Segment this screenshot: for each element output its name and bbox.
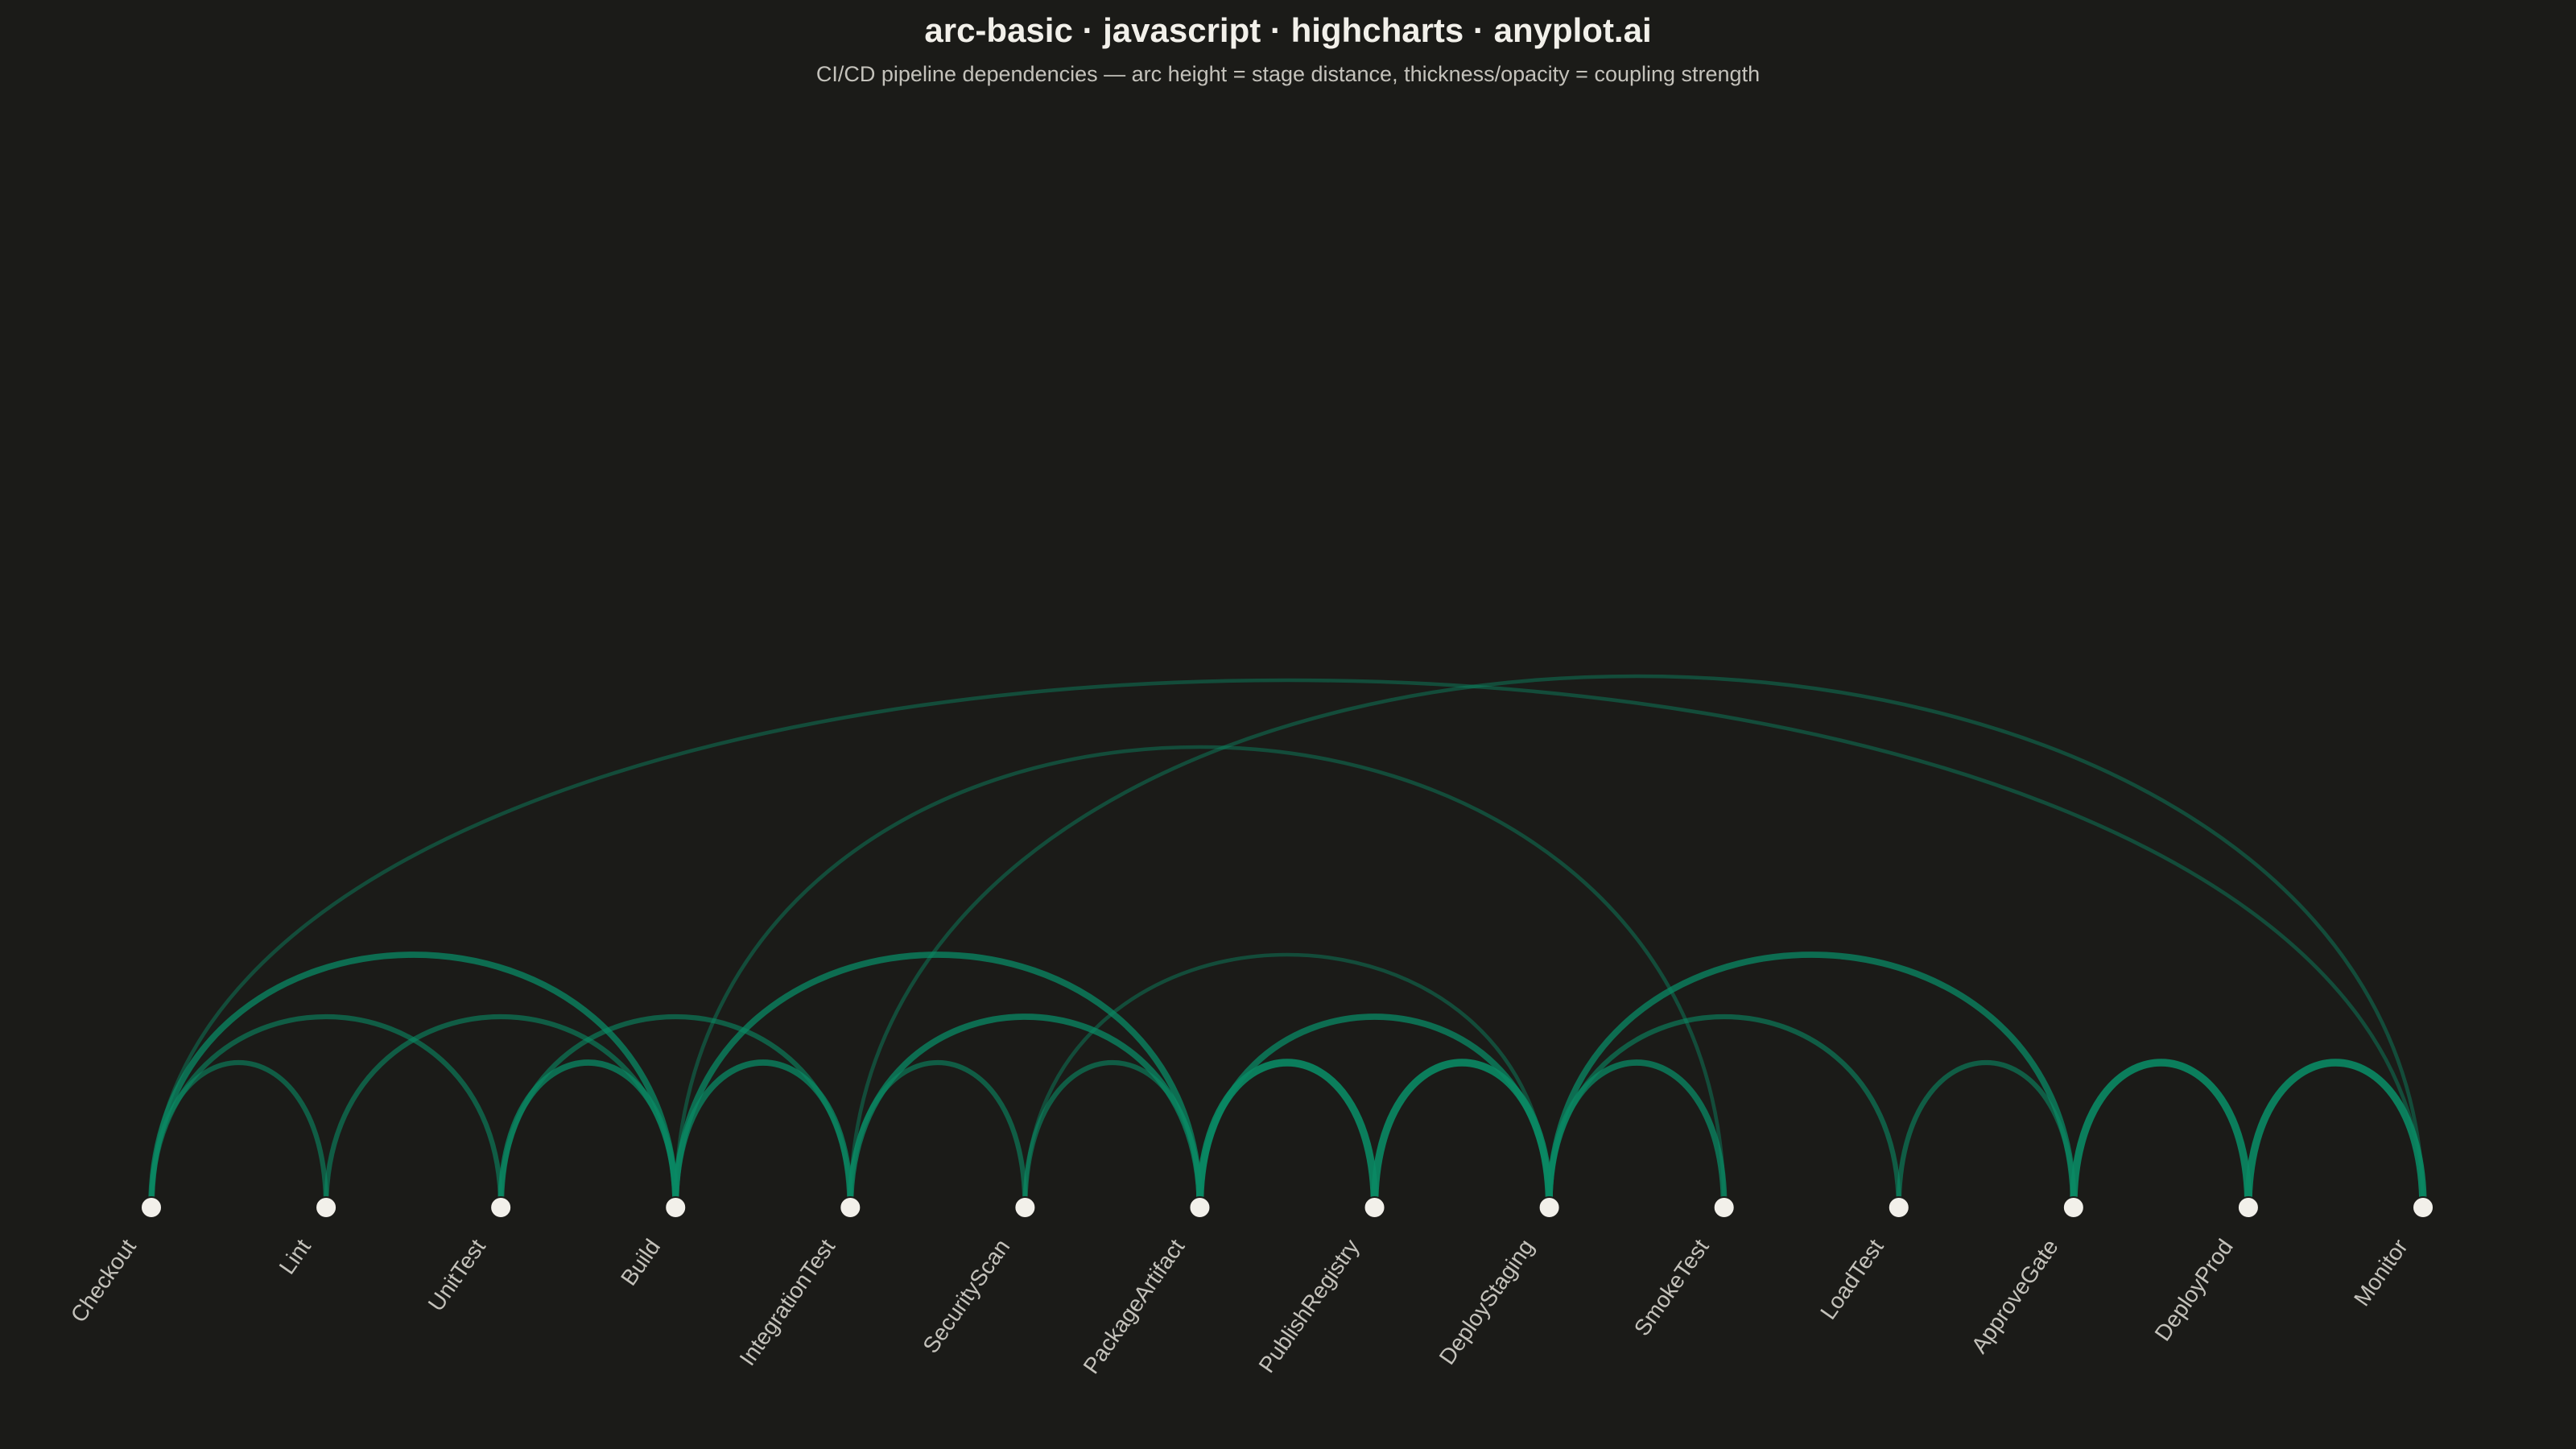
- node-label-Checkout: Checkout: [66, 1234, 141, 1327]
- node-label-DeployProd: DeployProd: [2150, 1235, 2238, 1346]
- arcs-layer: [148, 674, 2427, 1212]
- node-label-Monitor: Monitor: [2349, 1235, 2413, 1311]
- node-UnitTest: [489, 1196, 513, 1219]
- node-label-Lint: Lint: [275, 1234, 316, 1278]
- node-SmokeTest: [1712, 1196, 1736, 1219]
- node-label-PackageArtifact: PackageArtifact: [1078, 1234, 1189, 1378]
- arc-Build-SmokeTest: [673, 745, 1726, 1210]
- node-DeployStaging: [1538, 1196, 1561, 1219]
- arc-Checkout-Build: [148, 952, 679, 1211]
- arc-PublishRegistry-DeployStaging: [1370, 1059, 1554, 1212]
- node-label-Build: Build: [616, 1235, 665, 1290]
- node-label-ApproveGate: ApproveGate: [1967, 1235, 2063, 1358]
- chart-title: arc-basic · javascript · highcharts · an…: [924, 11, 1651, 49]
- node-Lint: [315, 1196, 338, 1219]
- node-Checkout: [140, 1196, 163, 1219]
- chart-subtitle: CI/CD pipeline dependencies — arc height…: [816, 62, 1760, 86]
- node-label-PublishRegistry: PublishRegistry: [1253, 1235, 1364, 1377]
- node-DeployProd: [2236, 1196, 2260, 1219]
- labels-layer: Checkout Lint UnitTest Build IntegrationTest…: [66, 1234, 2413, 1378]
- nodes-layer: [140, 1196, 2434, 1219]
- node-LoadTest: [1887, 1196, 1910, 1219]
- arc-ApproveGate-DeployProd: [2070, 1059, 2252, 1212]
- node-PackageArtifact: [1188, 1196, 1212, 1219]
- node-Build: [664, 1196, 687, 1219]
- arc-Build-PackageArtifact: [672, 952, 1203, 1211]
- node-PublishRegistry: [1363, 1196, 1386, 1219]
- arc-SecurityScan-DeployStaging: [1023, 952, 1551, 1210]
- node-label-SmokeTest: SmokeTest: [1629, 1234, 1714, 1340]
- node-label-UnitTest: UnitTest: [423, 1234, 491, 1315]
- node-Monitor: [2412, 1196, 2434, 1219]
- node-ApproveGate: [2062, 1196, 2085, 1219]
- node-label-LoadTest: LoadTest: [1815, 1234, 1889, 1323]
- node-IntegrationTest: [839, 1196, 862, 1219]
- node-SecurityScan: [1013, 1196, 1037, 1219]
- arc-diagram: arc-basic · javascript · highcharts · an…: [66, 11, 2434, 1378]
- arc-DeployStaging-ApproveGate: [1546, 952, 2077, 1211]
- arc-IntegrationTest-SecurityScan: [848, 1060, 1028, 1211]
- node-label-DeployStaging: DeployStaging: [1435, 1235, 1539, 1369]
- node-label-IntegrationTest: IntegrationTest: [734, 1234, 840, 1369]
- node-label-SecurityScan: SecurityScan: [918, 1235, 1014, 1358]
- arc-PackageArtifact-PublishRegistry: [1195, 1059, 1379, 1212]
